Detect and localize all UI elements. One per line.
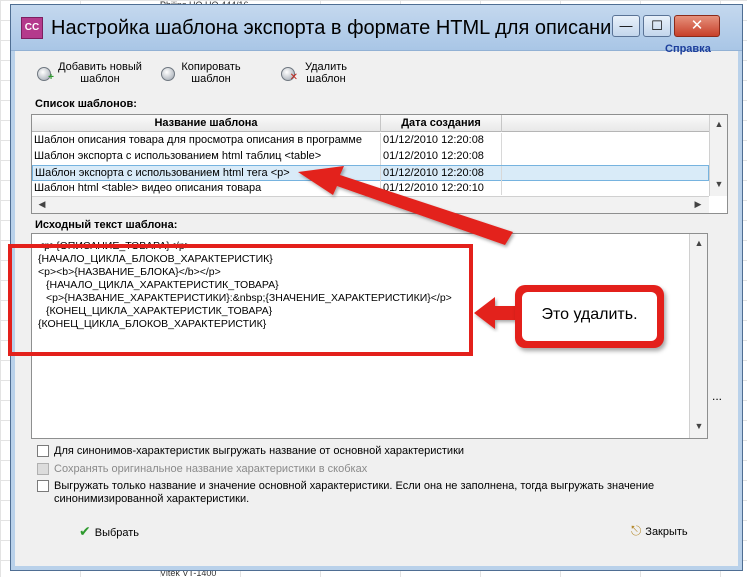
arrow-to-highlight-box — [474, 297, 516, 329]
annotation-callout-text: Это удалить. — [522, 292, 657, 341]
arrow-to-selected-row — [298, 166, 513, 245]
annotation-callout: Это удалить. — [515, 285, 664, 348]
